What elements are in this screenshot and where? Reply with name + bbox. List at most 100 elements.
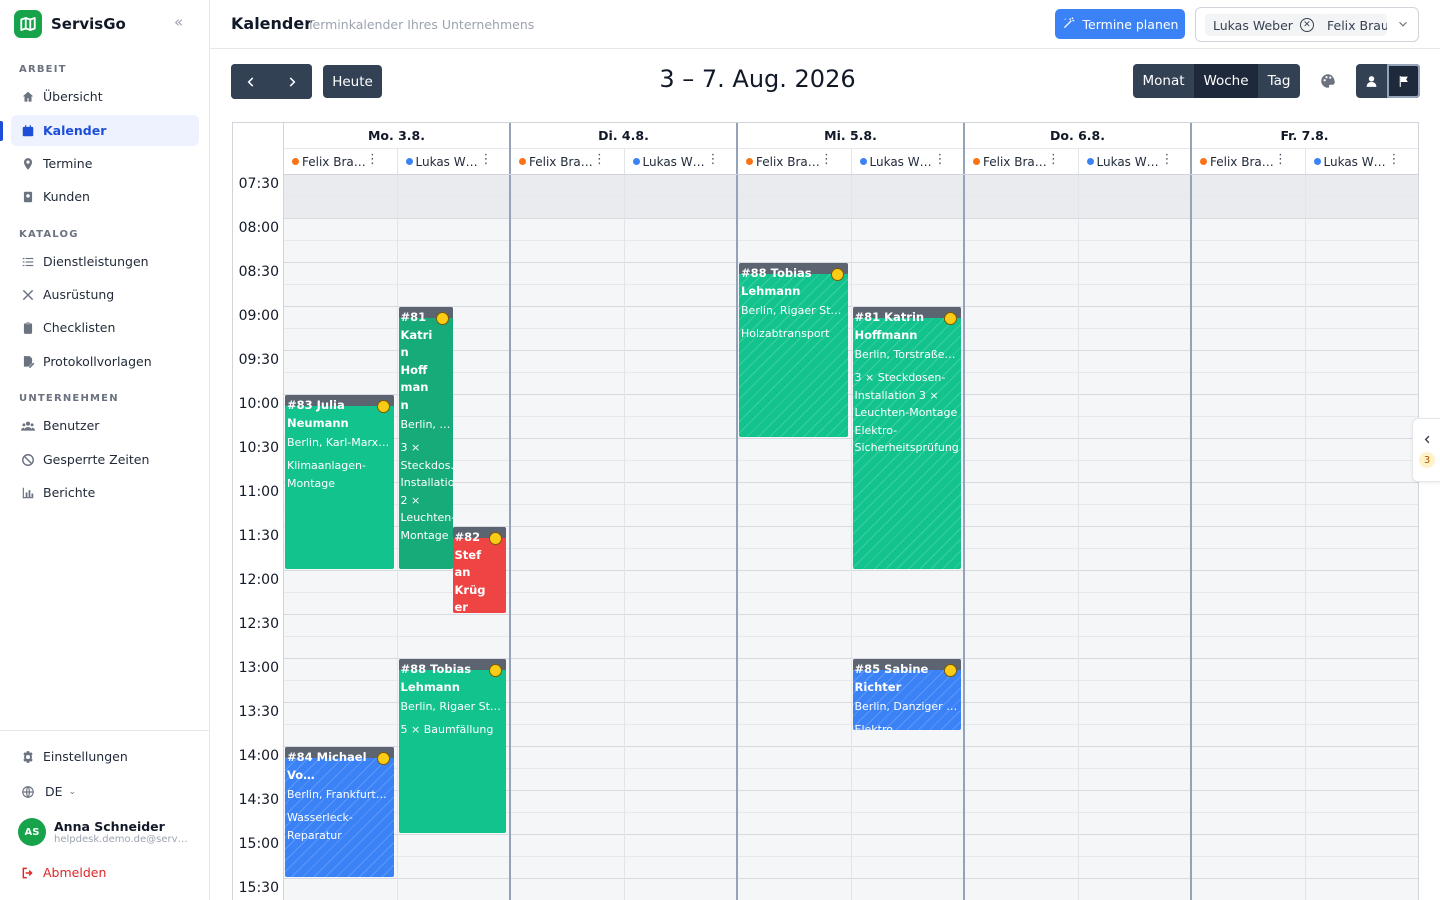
event-title: #85 Sabine Richter [854,662,929,694]
header-divider [283,174,1418,175]
prev-week-button[interactable] [231,64,271,99]
time-label: 11:30 [238,528,279,544]
view-day-button[interactable]: Tag [1258,64,1300,98]
more-vertical-icon[interactable]: ⋮ [820,153,833,167]
calendar-event[interactable]: #81 Katrin Hoffmann Berlin, T… 3 × Steckdo… [398,307,453,569]
day-header[interactable]: Di. 4.8. [510,123,737,148]
sidebar-item-termine[interactable]: Termine [11,148,199,179]
sidebar-item-label: Gesperrte Zeiten [43,452,150,467]
resource-color-dot [405,158,413,165]
resource-header[interactable]: Lukas W… ⋮ [1078,148,1192,174]
language-select[interactable]: DE ⌄ [11,776,91,807]
more-vertical-icon[interactable]: ⋮ [1047,153,1060,167]
sidebar-item-checklisten[interactable]: Checklisten [11,312,199,343]
more-vertical-icon[interactable]: ⋮ [934,153,947,167]
sidebar-item-kunden[interactable]: Kunden [11,181,199,212]
sidebar-item-protokollvorlagen[interactable]: Protokollvorlagen [11,346,199,377]
resource-view-button[interactable] [1356,64,1387,98]
day-divider [1190,123,1192,900]
more-vertical-icon[interactable]: ⋮ [1388,153,1401,167]
date-range: 3 – 7. Aug. 2026 [659,65,856,93]
view-week-button[interactable]: Woche [1194,64,1258,98]
palette-icon[interactable] [1319,72,1337,90]
sidebar-divider [0,730,209,731]
users-icon [21,419,35,433]
more-vertical-icon[interactable]: ⋮ [1161,153,1174,167]
resource-name: Lukas W… [1323,154,1386,169]
calendar-event[interactable]: #81 Katrin Hoffmann Berlin, Torstraße 1… 3… [852,307,961,569]
resource-header[interactable]: Felix Bra… ⋮ [738,148,851,174]
resource-divider [623,148,625,900]
person-icon [1366,75,1377,87]
calendar-event[interactable]: #84 Michael Vo… Berlin, Frankfurter… Wasse… [285,747,394,877]
flag-view-button[interactable] [1387,64,1420,98]
time-label: 15:00 [238,836,279,852]
flag-icon [1399,75,1408,87]
resource-header[interactable]: Lukas W… ⋮ [851,148,965,174]
sidebar-item-gesperrte-zeiten[interactable]: Gesperrte Zeiten [11,444,199,475]
more-vertical-icon[interactable]: ⋮ [1274,153,1287,167]
calendar-event[interactable]: #85 Sabine Richter Berlin, Danziger S… Ele… [852,659,961,731]
day-header[interactable]: Mo. 3.8. [283,123,510,148]
resource-header[interactable]: Lukas W… ⋮ [397,148,511,174]
day-divider [509,123,511,900]
day-header[interactable]: Do. 6.8. [964,123,1191,148]
contacts-icon [21,190,35,204]
home-icon [21,90,35,104]
document-edit-icon [21,355,35,369]
resource-color-dot [519,158,526,165]
calendar-event[interactable]: #88 Tobias Lehmann Berlin, Rigaer Stra… 5 … [398,659,506,833]
more-vertical-icon[interactable]: ⋮ [480,153,493,167]
page-title: Kalender [231,14,313,33]
calendar-event[interactable]: #88 Tobias Lehmann Berlin, Rigaer Stra… Ho… [739,263,848,437]
resource-header[interactable]: Felix Bra… ⋮ [965,148,1078,174]
resource-header[interactable]: Felix Bra… ⋮ [284,148,397,174]
sidebar-item-kalender[interactable]: Kalender [11,115,199,146]
sidebar-item-label: Checklisten [43,320,116,335]
resource-name: Lukas W… [415,154,478,169]
resource-header[interactable]: Lukas W… ⋮ [624,148,738,174]
resource-header[interactable]: Felix Bra… ⋮ [1192,148,1305,174]
settings-label: Einstellungen [43,749,128,764]
user-email: helpdesk.demo.de@servisgo.com [54,834,189,845]
event-address: Berlin, T… [400,418,451,431]
sidebar-item-benutzer[interactable]: Benutzer [11,410,199,441]
chevron-left-icon [1422,430,1433,449]
settings-link[interactable]: Einstellungen [11,741,199,772]
day-divider [736,123,738,900]
resource-color-dot [859,158,867,165]
more-vertical-icon[interactable]: ⋮ [593,153,606,167]
employee-select[interactable]: Lukas Weber ✕ Felix Braun [1195,7,1419,42]
event-title: #88 Tobias Lehmann [400,662,472,694]
chevron-down-icon[interactable] [1396,16,1410,30]
magic-wand-icon [1062,16,1076,33]
day-header[interactable]: Fr. 7.8. [1191,123,1418,148]
section-label-unternehmen: UNTERNEHMEN [19,393,119,404]
today-button[interactable]: Heute [323,65,382,98]
sidebar: ServisGo « ARBEIT Übersicht Kalender Ter… [0,0,210,900]
plan-appointments-button[interactable]: Termine planen [1055,9,1185,39]
logout-button[interactable]: Abmelden [11,857,199,888]
sidebar-item-ausruestung[interactable]: Ausrüstung [11,279,199,310]
calendar-event[interactable]: #82 Stefan KrügerBerlin, …Heizkess… [452,527,506,613]
sidebar-item-uebersicht[interactable]: Übersicht [11,81,199,112]
more-vertical-icon[interactable]: ⋮ [366,153,379,167]
view-month-button[interactable]: Monat [1133,64,1194,98]
more-vertical-icon[interactable]: ⋮ [707,153,720,167]
sidebar-item-berichte[interactable]: Berichte [11,477,199,508]
event-title: #81 Katrin Hoffmann [854,310,925,342]
side-panel-toggle[interactable]: 3 [1412,418,1440,482]
sidebar-item-dienstleistungen[interactable]: Dienstleistungen [11,246,199,277]
next-week-button[interactable] [271,64,312,99]
event-address: Berlin, Karl-Marx-… [287,436,392,449]
collapse-sidebar-icon[interactable]: « [174,13,183,31]
user-profile[interactable]: AS Anna Schneider helpdesk.demo.de@servi… [18,818,189,846]
user-name: Anna Schneider [54,819,165,834]
day-header[interactable]: Mi. 5.8. [737,123,964,148]
resource-header[interactable]: Lukas W… ⋮ [1305,148,1418,174]
resource-header[interactable]: Felix Bra… ⋮ [511,148,624,174]
brand[interactable]: ServisGo [14,10,126,38]
remove-chip-icon[interactable]: ✕ [1299,18,1314,32]
time-label: 07:30 [238,176,279,192]
calendar-event[interactable]: #83 Julia Neumann Berlin, Karl-Marx-… Klim… [285,395,394,569]
